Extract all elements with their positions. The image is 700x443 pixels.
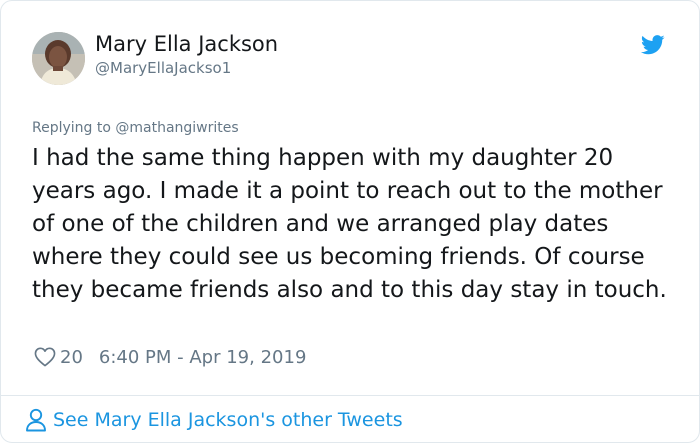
timestamp[interactable]: 6:40 PM - Apr 19, 2019 xyxy=(99,347,306,368)
replying-to[interactable]: Replying to @mathangiwrites xyxy=(32,120,239,136)
see-other-tweets-label[interactable]: See Mary Ella Jackson's other Tweets xyxy=(53,409,403,431)
divider xyxy=(1,395,699,396)
like-count: 20 xyxy=(60,346,83,368)
person-icon xyxy=(26,408,46,432)
tweet-card: Mary Ella Jackson @MaryEllaJackso1 Reply… xyxy=(0,0,700,443)
tweet-meta: 20 6:40 PM - Apr 19, 2019 xyxy=(34,344,306,370)
tweet-header: Mary Ella Jackson @MaryEllaJackso1 xyxy=(32,30,669,88)
display-name[interactable]: Mary Ella Jackson xyxy=(95,32,278,56)
see-other-tweets-link[interactable]: See Mary Ella Jackson's other Tweets xyxy=(25,406,403,434)
heart-icon[interactable] xyxy=(34,347,56,367)
tweet-text: I had the same thing happen with my daug… xyxy=(32,145,667,303)
twitter-bird-icon[interactable] xyxy=(641,34,665,56)
user-handle[interactable]: @MaryEllaJackso1 xyxy=(95,59,231,77)
avatar-image xyxy=(32,32,85,85)
avatar[interactable] xyxy=(32,32,85,85)
